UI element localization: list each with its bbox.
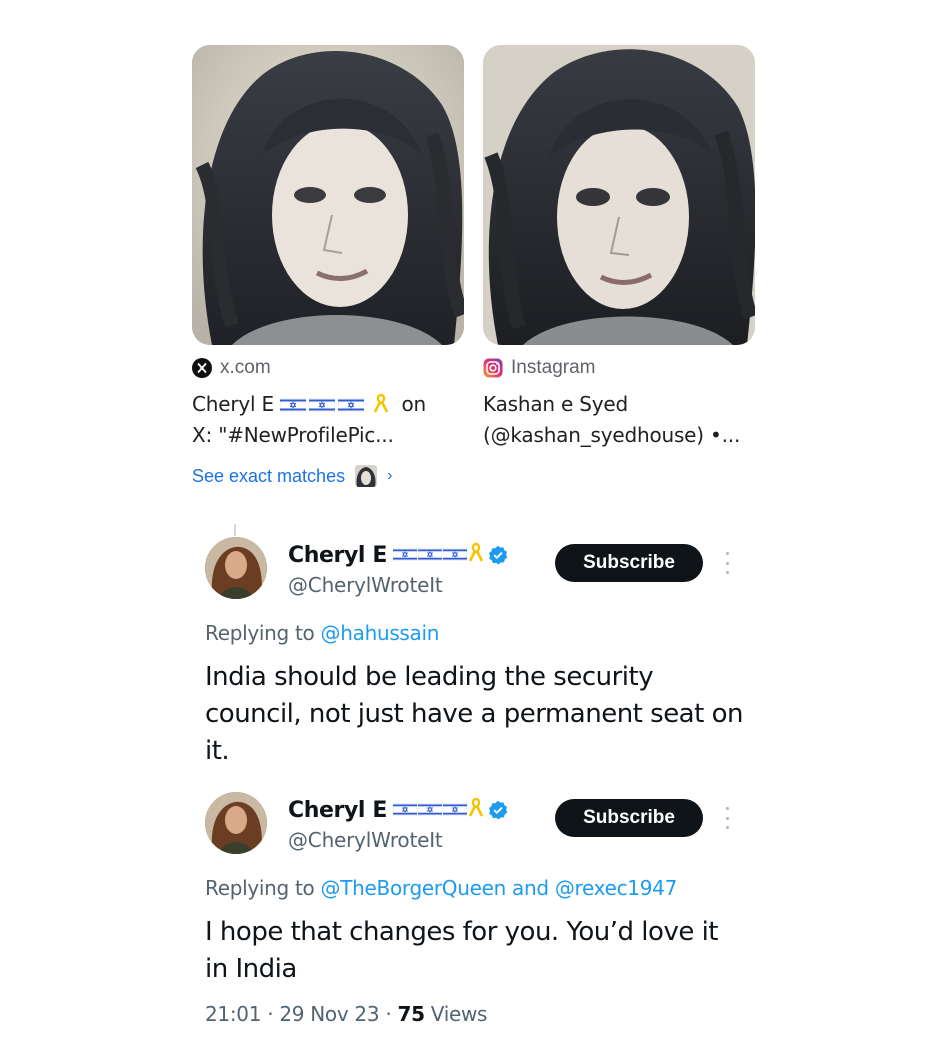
replying-to: Replying to @TheBorgerQueen and @rexec19… bbox=[205, 876, 745, 902]
israel-flag-icon bbox=[309, 397, 336, 412]
israel-flag-icon bbox=[338, 397, 365, 412]
tweet[interactable]: Cheryl E @CherylWroteIt Subscribe Replyi… bbox=[205, 792, 745, 1026]
tweet-text: I hope that changes for you. You’d love … bbox=[205, 917, 719, 984]
avatar[interactable] bbox=[205, 537, 267, 599]
image-result-card-xcom[interactable]: x.com Cheryl E on X: "#NewProfilePic... bbox=[192, 45, 464, 451]
result-title-suffix: on bbox=[401, 392, 426, 416]
result-title-line2: (@kashan_syedhouse) •... bbox=[483, 423, 741, 447]
tweet-time[interactable]: 21:01 bbox=[205, 1002, 261, 1026]
result-source-label: Instagram bbox=[511, 357, 596, 378]
israel-flag-icon bbox=[417, 802, 442, 816]
display-name-text: Cheryl E bbox=[288, 542, 387, 568]
display-name[interactable]: Cheryl E bbox=[288, 541, 508, 569]
subscribe-button[interactable]: Subscribe bbox=[555, 544, 703, 582]
result-title-link[interactable]: Cheryl E on X: "#NewProfilePic... bbox=[192, 389, 464, 451]
see-exact-matches-label: See exact matches bbox=[192, 465, 346, 486]
x-logo-icon bbox=[192, 358, 212, 378]
israel-flag-icon bbox=[442, 547, 467, 561]
tweet[interactable]: Cheryl E @CherylWroteIt Subscribe Replyi… bbox=[205, 537, 745, 770]
result-title-line1: Kashan e Syed bbox=[483, 392, 628, 416]
avatar[interactable] bbox=[205, 792, 267, 854]
tweet-text: India should be leading the security cou… bbox=[205, 662, 743, 766]
handle[interactable]: @CherylWroteIt bbox=[288, 828, 508, 852]
tweet-date[interactable]: 29 Nov 23 bbox=[279, 1002, 379, 1026]
more-options-icon[interactable] bbox=[721, 804, 733, 832]
replying-and: and bbox=[512, 876, 549, 900]
display-name-text: Cheryl E bbox=[288, 797, 387, 823]
more-options-icon[interactable] bbox=[721, 549, 733, 577]
tweet-meta: 21:01 · 29 Nov 23 · 75 Views bbox=[205, 1002, 745, 1026]
result-source: Instagram bbox=[483, 357, 755, 379]
chevron-right-icon: › bbox=[387, 467, 393, 484]
yellow-ribbon-icon bbox=[468, 542, 484, 562]
replying-prefix: Replying to bbox=[205, 621, 315, 645]
image-result-card-instagram[interactable]: Instagram Kashan e Syed (@kashan_syedhou… bbox=[483, 45, 755, 451]
see-exact-matches-link[interactable]: See exact matches › bbox=[192, 464, 392, 488]
mention-link[interactable]: @hahussain bbox=[321, 621, 440, 645]
mention-link[interactable]: @TheBorgerQueen bbox=[321, 876, 507, 900]
israel-flag-icon bbox=[280, 397, 307, 412]
israel-flag-icon bbox=[392, 802, 417, 816]
yellow-ribbon-icon bbox=[468, 797, 484, 817]
result-thumbnail-image[interactable] bbox=[192, 45, 464, 345]
exact-match-thumbnail bbox=[355, 465, 378, 487]
replying-prefix: Replying to bbox=[205, 876, 315, 900]
result-title-link[interactable]: Kashan e Syed (@kashan_syedhouse) •... bbox=[483, 389, 755, 451]
verified-badge-icon bbox=[488, 545, 508, 565]
result-title-name: Cheryl E bbox=[192, 392, 274, 416]
result-source: x.com bbox=[192, 357, 464, 379]
display-name[interactable]: Cheryl E bbox=[288, 796, 508, 824]
israel-flag-icon bbox=[392, 547, 417, 561]
result-title-line2: X: "#NewProfilePic... bbox=[192, 423, 394, 447]
result-source-label: x.com bbox=[220, 357, 271, 378]
thread-connector-line bbox=[234, 524, 236, 536]
views-label: Views bbox=[430, 1002, 488, 1026]
replying-to: Replying to @hahussain bbox=[205, 621, 745, 647]
result-thumbnail-image[interactable] bbox=[483, 45, 755, 345]
verified-badge-icon bbox=[488, 800, 508, 820]
israel-flag-icon bbox=[442, 802, 467, 816]
mention-link[interactable]: @rexec1947 bbox=[555, 876, 677, 900]
meta-separator: · bbox=[267, 1002, 274, 1026]
yellow-ribbon-icon bbox=[373, 393, 389, 413]
israel-flag-icon bbox=[417, 547, 442, 561]
subscribe-button[interactable]: Subscribe bbox=[555, 799, 703, 837]
meta-separator: · bbox=[385, 1002, 392, 1026]
handle[interactable]: @CherylWroteIt bbox=[288, 573, 508, 597]
views-count: 75 bbox=[397, 1002, 425, 1026]
instagram-logo-icon bbox=[483, 358, 503, 378]
